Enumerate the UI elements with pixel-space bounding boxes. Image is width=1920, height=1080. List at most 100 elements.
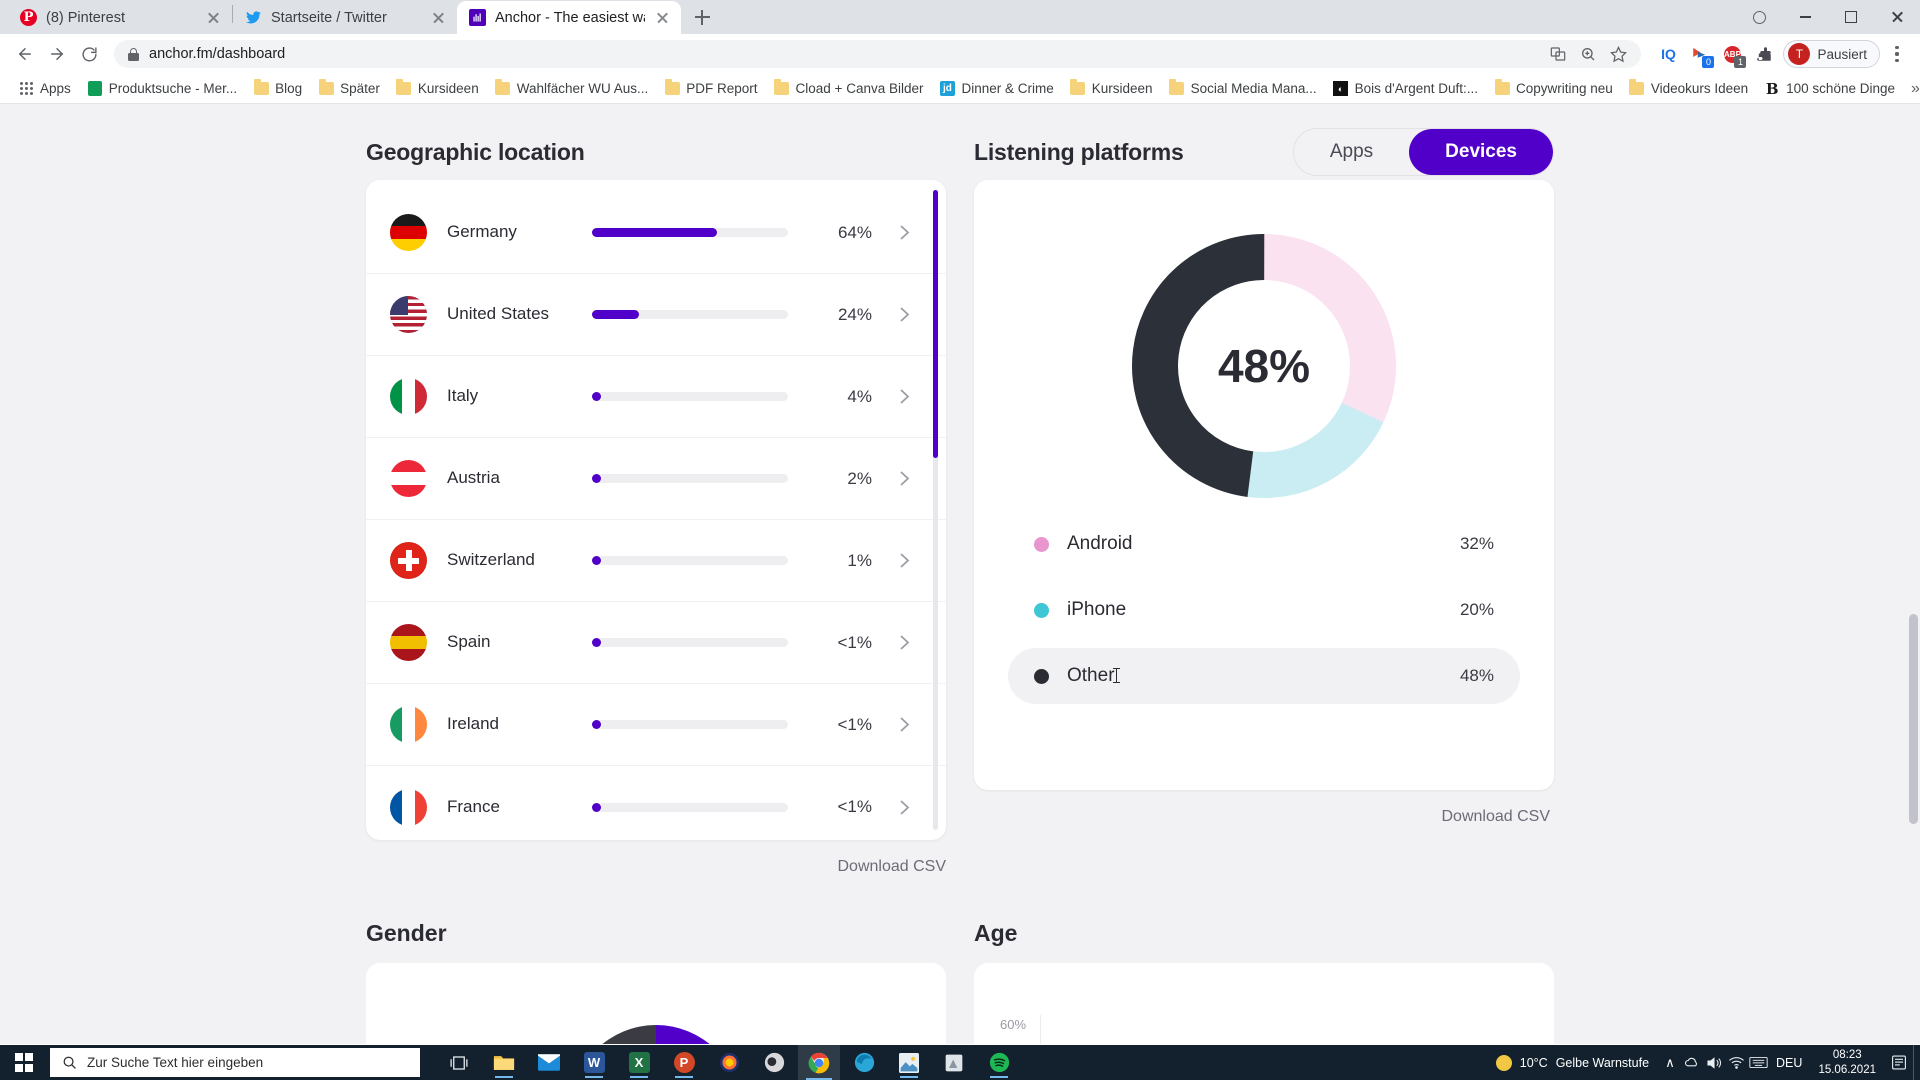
bookmark-videokurs[interactable]: Videokurs Ideen <box>1621 78 1756 100</box>
bookmark-pdf-report[interactable]: PDF Report <box>656 78 765 100</box>
firefox-icon[interactable] <box>708 1045 750 1080</box>
extensions-puzzle-icon[interactable] <box>1753 43 1775 65</box>
adblock-extension-icon[interactable]: ABP 1 <box>1721 43 1747 68</box>
chrome-icon[interactable] <box>798 1045 840 1080</box>
wifi-icon[interactable] <box>1725 1056 1747 1069</box>
browser-tab-twitter[interactable]: Startseite / Twitter <box>233 1 457 34</box>
tray-overflow-chevron-icon[interactable]: ∧ <box>1659 1055 1681 1071</box>
bookmark-copywriting[interactable]: Copywriting neu <box>1486 78 1621 100</box>
close-window-button[interactable] <box>1874 0 1920 34</box>
legend-item-iphone[interactable]: iPhone 20% <box>1008 582 1520 638</box>
browser-tab-anchor[interactable]: Anchor - The easiest way to mak <box>457 1 681 34</box>
photos-icon[interactable] <box>888 1045 930 1080</box>
bookmarks-overflow-icon[interactable]: » <box>1903 80 1920 98</box>
translate-icon[interactable] <box>1549 45 1567 63</box>
table-row[interactable]: Spain <1% <box>366 602 946 684</box>
donut-chart-svg: 48% <box>1132 234 1396 498</box>
forward-icon[interactable] <box>42 39 72 69</box>
bookmark-100-schoene-dinge[interactable]: B 100 schöne Dinge <box>1756 78 1903 100</box>
chevron-right-icon[interactable] <box>892 306 916 323</box>
reload-icon[interactable] <box>74 39 104 69</box>
back-icon[interactable] <box>10 39 40 69</box>
chevron-right-icon[interactable] <box>892 716 916 733</box>
kebab-menu-icon[interactable] <box>1884 39 1910 69</box>
bookmark-blog[interactable]: Blog <box>245 78 310 100</box>
volume-icon[interactable] <box>1703 1056 1725 1070</box>
table-row[interactable]: Austria 2% <box>366 438 946 520</box>
maximize-window-button[interactable] <box>1828 0 1874 34</box>
close-tab-icon[interactable] <box>654 9 671 26</box>
table-row[interactable]: Italy 4% <box>366 356 946 438</box>
keyboard-icon[interactable] <box>1747 1056 1769 1069</box>
show-desktop-button[interactable] <box>1913 1045 1920 1080</box>
bookmark-produktsuche[interactable]: Produktsuche - Mer... <box>79 78 245 100</box>
powerpoint-icon[interactable]: P <box>663 1045 705 1080</box>
bookmark-label: Blog <box>275 81 303 96</box>
chevron-right-icon[interactable] <box>892 470 916 487</box>
task-view-icon[interactable] <box>438 1045 480 1080</box>
bookmark-spaeter[interactable]: Später <box>310 78 388 100</box>
obs-icon[interactable] <box>753 1045 795 1080</box>
spotify-icon[interactable] <box>978 1045 1020 1080</box>
extend-window-icon[interactable] <box>1736 0 1782 34</box>
paint-icon[interactable] <box>933 1045 975 1080</box>
geographic-list[interactable]: Germany 64% United States 24% Italy 4% A… <box>366 192 946 828</box>
table-row[interactable]: Ireland <1% <box>366 684 946 766</box>
bookmark-cload-canva[interactable]: Cload + Canva Bilder <box>766 78 932 100</box>
chevron-right-icon[interactable] <box>892 552 916 569</box>
close-tab-icon[interactable] <box>205 9 222 26</box>
flag-switzerland-icon <box>390 542 427 579</box>
tab-devices[interactable]: Devices <box>1409 129 1553 175</box>
clock[interactable]: 08:23 15.06.2021 <box>1809 1048 1885 1077</box>
minimize-window-button[interactable] <box>1782 0 1828 34</box>
geographic-scrollbar[interactable] <box>933 190 938 830</box>
bookmark-label: Produktsuche - Mer... <box>108 81 238 96</box>
edge-icon[interactable] <box>843 1045 885 1080</box>
chevron-right-icon[interactable] <box>892 388 916 405</box>
iq-extension-icon[interactable]: IQ <box>1657 43 1679 65</box>
onedrive-icon[interactable] <box>1681 1056 1703 1069</box>
bookmark-dinner-crime[interactable]: jd Dinner & Crime <box>931 78 1061 100</box>
download-csv-geographic[interactable]: Download CSV <box>366 840 947 876</box>
bookmark-apps[interactable]: Apps <box>10 78 79 100</box>
legend-item-android[interactable]: Android 32% <box>1008 516 1520 572</box>
table-row[interactable]: Switzerland 1% <box>366 520 946 602</box>
close-tab-icon[interactable] <box>430 9 447 26</box>
file-explorer-icon[interactable] <box>483 1045 525 1080</box>
profile-button[interactable]: T Pausiert <box>1783 40 1880 68</box>
taskbar-app-icons: W X P <box>438 1045 1020 1080</box>
mail-icon[interactable] <box>528 1045 570 1080</box>
bookmark-bois-dargent[interactable]: ◐ Bois d'Argent Duft:... <box>1325 78 1486 100</box>
legend-item-other[interactable]: Other 48% <box>1008 648 1520 704</box>
language-indicator[interactable]: DEU <box>1769 1045 1809 1080</box>
chevron-right-icon[interactable] <box>892 634 916 651</box>
table-row[interactable]: Germany 64% <box>366 192 946 274</box>
table-row[interactable]: France <1% <box>366 766 946 828</box>
bookmark-wahlfaecher[interactable]: Wahlfächer WU Aus... <box>487 78 657 100</box>
tab-apps[interactable]: Apps <box>1294 129 1409 175</box>
notifications-icon[interactable] <box>1885 1045 1913 1080</box>
download-csv-listening[interactable]: Download CSV <box>974 790 1554 826</box>
bookmark-kursideen-1[interactable]: Kursideen <box>388 78 487 100</box>
search-icon <box>63 1056 76 1069</box>
page-scrollbar[interactable] <box>1906 104 1920 1044</box>
zoom-icon[interactable] <box>1579 45 1597 63</box>
new-tab-button[interactable] <box>687 2 717 32</box>
bookmark-label: Copywriting neu <box>1516 81 1613 96</box>
address-bar[interactable]: anchor.fm/dashboard <box>114 40 1642 68</box>
browser-tab-pinterest[interactable]: P (8) Pinterest <box>8 1 232 34</box>
bookmark-kursideen-2[interactable]: Kursideen <box>1062 78 1161 100</box>
chevron-right-icon[interactable] <box>892 224 916 241</box>
excel-icon[interactable]: X <box>618 1045 660 1080</box>
bookmark-social-media[interactable]: Social Media Mana... <box>1161 78 1325 100</box>
gender-section: Gender <box>366 920 946 1044</box>
taskbar-search-input[interactable]: Zur Suche Text hier eingeben <box>50 1048 420 1077</box>
start-button[interactable] <box>0 1045 48 1080</box>
pocket-extension-icon[interactable]: 0 <box>1689 43 1715 68</box>
folder-icon <box>664 79 680 97</box>
chevron-right-icon[interactable] <box>892 799 916 816</box>
bookmark-star-icon[interactable] <box>1609 45 1627 63</box>
word-icon[interactable]: W <box>573 1045 615 1080</box>
weather-widget[interactable]: 10°C Gelbe Warnstufe <box>1492 1054 1659 1071</box>
table-row[interactable]: United States 24% <box>366 274 946 356</box>
